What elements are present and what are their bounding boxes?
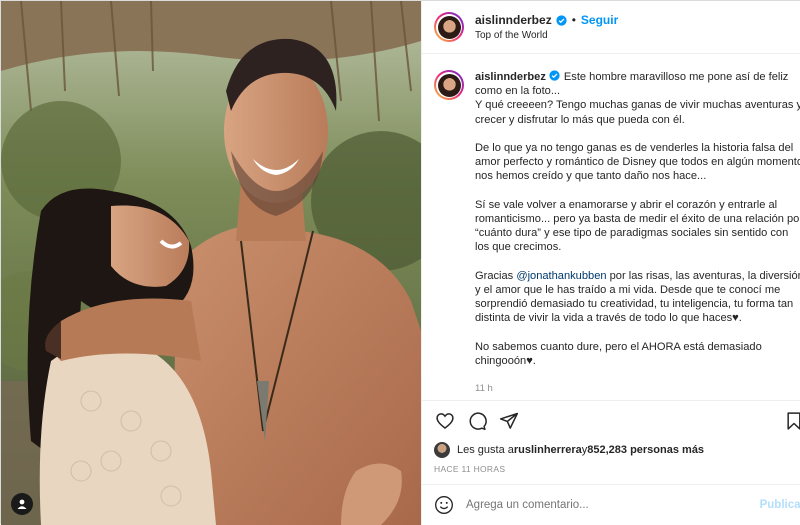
comment-button[interactable] [466,410,488,432]
caption-paragraph-3: Sí se vale volver a enamorarse y abrir e… [475,198,800,254]
publish-button[interactable]: Publicar [760,499,800,511]
save-button[interactable] [783,410,800,432]
mention-link[interactable]: @jonathankubben [516,270,606,282]
user-tag-button[interactable] [11,493,33,515]
post-details-panel: aislinnderbez • Seguir Top of the World … [421,1,800,525]
caption-paragraph-2: De lo que ya no tengo ganas es de vender… [475,142,800,183]
caption-paragraph-1: aislinnderbez Este hombre maravilloso me … [475,70,800,127]
separator-dot: • [571,13,576,27]
action-bar [422,400,800,440]
post-timestamp[interactable]: HACE 11 HORAS [422,460,800,484]
caption-username[interactable]: aislinnderbez [475,71,546,83]
user-tag-icon [17,499,27,509]
comment-bubble-icon [469,411,487,430]
caption-timestamp[interactable]: 11 h [475,382,800,396]
comment-bar: Publicar [422,484,800,525]
smiley-icon[interactable] [434,495,454,515]
follow-button[interactable]: Seguir [581,13,618,27]
caption-author-avatar[interactable] [434,70,464,100]
bookmark-icon [787,411,800,430]
liker-username[interactable]: ruslinherrera [514,444,582,456]
instagram-post-modal: aislinnderbez • Seguir Top of the World … [0,0,800,525]
heart-icon [436,412,454,429]
paper-plane-icon [499,412,519,429]
author-username[interactable]: aislinnderbez [475,13,552,27]
likes-summary: Les gusta a ruslinherrera y 852,283 pers… [422,440,800,460]
likes-count[interactable]: 852,283 personas más [587,444,704,456]
post-photo[interactable] [1,1,421,525]
verified-badge-icon [556,14,567,26]
share-button[interactable] [498,410,520,432]
comment-input[interactable] [466,499,760,511]
caption-text: aislinnderbez Este hombre maravilloso me … [475,70,800,397]
thanks-prefix: Gracias [475,269,517,282]
verified-badge-icon [549,70,560,81]
post-location[interactable]: Top of the World [475,30,618,41]
author-avatar[interactable] [434,12,464,42]
post-photo-illustration [1,1,421,525]
caption-paragraph-5: No sabemos cuanto dure, pero el AHORA es… [475,340,762,367]
post-header: aislinnderbez • Seguir Top of the World [422,1,800,54]
liker-avatar[interactable] [434,442,450,458]
caption-paragraph-4: Gracias @jonathankubben por las risas, l… [475,269,800,326]
caption: aislinnderbez Este hombre maravilloso me … [434,70,800,397]
caption-area: aislinnderbez Este hombre maravilloso me … [422,54,800,400]
likes-prefix: Les gusta a [457,444,514,456]
like-button[interactable] [434,410,456,432]
